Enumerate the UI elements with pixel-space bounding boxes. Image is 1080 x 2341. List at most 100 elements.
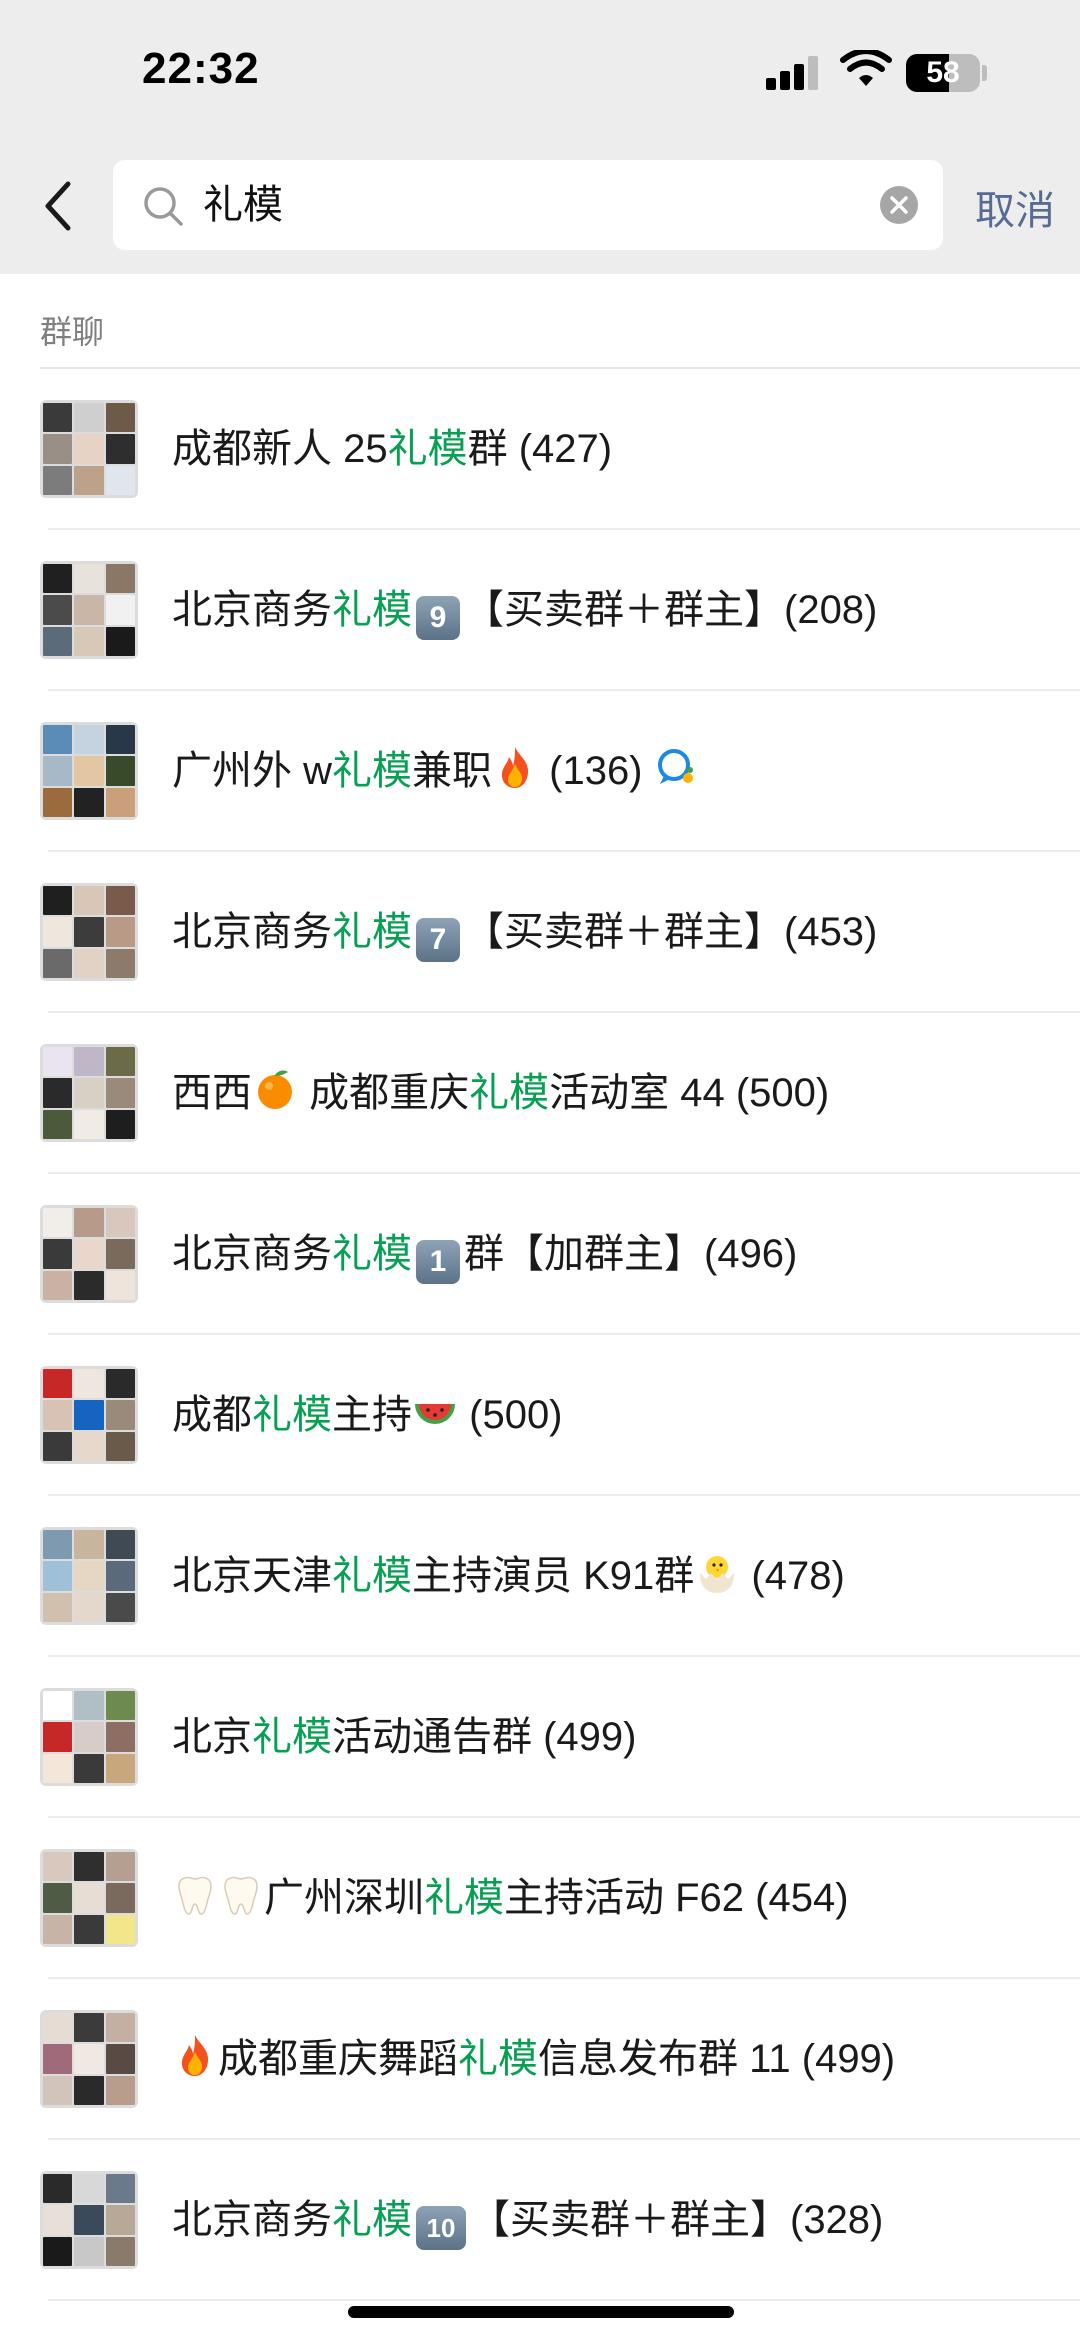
group-name-part: 群【加群主】(496) xyxy=(464,1232,798,1276)
search-highlight: 礼模 xyxy=(387,427,468,471)
group-name: 西西 成都重庆礼模活动室 44 (500) xyxy=(172,1013,829,1174)
group-name-part: 北京 xyxy=(172,1715,252,1759)
search-highlight: 礼模 xyxy=(332,1554,412,1598)
group-name-part: 主持演员 K91群 xyxy=(412,1554,695,1598)
tooth-emoji-icon xyxy=(172,1824,218,1915)
group-name-part: 北京商务 xyxy=(172,588,332,632)
group-result-row[interactable]: 成都礼模主持 (500) xyxy=(0,1335,1080,1496)
group-result-row[interactable]: 广州深圳礼模主持活动 F62 (454) xyxy=(0,1818,1080,1979)
number-keycap-icon: 7 xyxy=(416,918,460,962)
search-highlight: 礼模 xyxy=(469,1071,550,1115)
group-avatar xyxy=(40,1366,138,1464)
group-name-prefix: 西西 xyxy=(172,1071,252,1115)
group-avatar xyxy=(40,722,138,820)
group-name-part: 广州外 w xyxy=(172,749,332,793)
group-result-row[interactable]: 北京商务礼模 1 群【加群主】(496) xyxy=(0,1174,1080,1335)
group-name-part: 活动通告群 (499) xyxy=(332,1715,637,1759)
group-name: 北京商务礼模 1 群【加群主】(496) xyxy=(172,1174,797,1335)
search-highlight: 礼模 xyxy=(332,588,412,632)
cellular-signal-icon xyxy=(766,56,822,90)
group-name: 北京商务礼模 9 【买卖群＋群主】(208) xyxy=(172,530,877,691)
group-result-row[interactable]: 北京礼模活动通告群 (499) xyxy=(0,1657,1080,1818)
group-name: 广州外 w礼模兼职 (136) xyxy=(172,691,700,852)
search-highlight: 礼模 xyxy=(252,1393,332,1437)
hatching-chick-emoji-icon xyxy=(694,1502,740,1593)
group-result-row[interactable]: 北京天津礼模主持演员 K91群 (478) xyxy=(0,1496,1080,1657)
wifi-icon xyxy=(840,50,892,86)
fire-emoji-icon xyxy=(492,697,538,788)
group-name-part: 兼职 xyxy=(412,749,492,793)
group-name-part: 成都 xyxy=(172,1393,252,1437)
results-list: 成都新人 25礼模群 (427) 北京商务礼模 9 【买卖群＋群主】(208) 广州外 … xyxy=(0,369,1080,2301)
tooth-emoji-icon xyxy=(218,1824,264,1915)
search-highlight: 礼模 xyxy=(332,749,412,793)
group-avatar xyxy=(40,400,138,498)
group-result-row[interactable]: 北京商务礼模 10 【买卖群＋群主】(328) xyxy=(0,2140,1080,2301)
group-name-part: 广州深圳 xyxy=(264,1876,424,1920)
back-chevron-icon[interactable] xyxy=(34,176,82,236)
search-icon xyxy=(144,187,183,226)
search-highlight: 礼模 xyxy=(252,1715,332,1759)
group-name-part: 群 (427) xyxy=(467,427,613,471)
search-highlight: 礼模 xyxy=(332,2198,412,2242)
member-count: (500) xyxy=(469,1393,563,1437)
group-name-part: 成都重庆舞蹈 xyxy=(218,2037,458,2081)
chat-bubble-icon xyxy=(654,697,700,784)
search-input[interactable]: 礼模 xyxy=(113,160,943,250)
group-avatar xyxy=(40,1688,138,1786)
group-name-part: 主持 xyxy=(332,1393,412,1437)
section-title: 群聊 xyxy=(40,314,105,350)
member-count: (478) xyxy=(751,1554,845,1598)
status-time: 22:32 xyxy=(142,44,260,93)
group-avatar xyxy=(40,2171,138,2269)
group-result-row[interactable]: 北京商务礼模 9 【买卖群＋群主】(208) xyxy=(0,530,1080,691)
watermelon-emoji-icon xyxy=(412,1341,458,1424)
group-name-part: 成都新人 25 xyxy=(172,427,388,471)
cancel-button[interactable]: 取消 xyxy=(975,178,1055,236)
group-name-part: 活动室 44 (500) xyxy=(549,1071,830,1115)
group-name: 北京天津礼模主持演员 K91群 (478) xyxy=(172,1496,845,1657)
number-keycap-icon: 10 xyxy=(416,2206,466,2250)
group-name-part: 【买卖群＋群主】(208) xyxy=(464,588,878,632)
group-name-part: 【买卖群＋群主】(453) xyxy=(464,910,878,954)
group-avatar xyxy=(40,1044,138,1142)
group-avatar xyxy=(40,1849,138,1947)
fire-emoji-icon xyxy=(172,1985,218,2076)
member-count: (136) xyxy=(549,749,643,793)
group-result-row[interactable]: 北京商务礼模 7 【买卖群＋群主】(453) xyxy=(0,852,1080,1013)
battery-icon: 58 xyxy=(906,54,980,92)
group-result-row[interactable]: 广州外 w礼模兼职 (136) xyxy=(0,691,1080,852)
group-name: 北京礼模活动通告群 (499) xyxy=(172,1657,637,1818)
search-highlight: 礼模 xyxy=(424,1876,504,1920)
top-bar: 22:32 58 礼模 取消 xyxy=(0,0,1080,274)
group-result-row[interactable]: 成都重庆舞蹈礼模信息发布群 11 (499) xyxy=(0,1979,1080,2140)
group-avatar xyxy=(40,561,138,659)
search-highlight: 礼模 xyxy=(458,2037,538,2081)
number-keycap-icon: 1 xyxy=(416,1240,460,1284)
battery-percent: 58 xyxy=(926,56,960,89)
group-name-part: 成都重庆 xyxy=(309,1071,470,1115)
group-name: 成都礼模主持 (500) xyxy=(172,1335,563,1496)
group-name: 成都重庆舞蹈礼模信息发布群 11 (499) xyxy=(172,1979,895,2140)
search-highlight: 礼模 xyxy=(332,910,412,954)
group-name: 广州深圳礼模主持活动 F62 (454) xyxy=(172,1818,849,1979)
tangerine-emoji-icon xyxy=(252,1019,298,1109)
group-result-row[interactable]: 西西 成都重庆礼模活动室 44 (500) xyxy=(0,1013,1080,1174)
group-avatar xyxy=(40,883,138,981)
group-name: 北京商务礼模 10 【买卖群＋群主】(328) xyxy=(172,2140,883,2301)
home-indicator xyxy=(348,2306,734,2318)
group-result-row[interactable]: 成都新人 25礼模群 (427) xyxy=(0,369,1080,530)
group-name-part: 北京商务 xyxy=(172,910,332,954)
group-name-part: 北京商务 xyxy=(172,1232,332,1276)
search-highlight: 礼模 xyxy=(332,1232,412,1276)
search-query[interactable]: 礼模 xyxy=(203,160,283,250)
group-name: 北京商务礼模 7 【买卖群＋群主】(453) xyxy=(172,852,877,1013)
battery-tip xyxy=(982,65,987,81)
group-name-part: 北京商务 xyxy=(172,2198,332,2242)
group-avatar xyxy=(40,1205,138,1303)
number-keycap-icon: 9 xyxy=(416,596,460,640)
group-name-part: 北京天津 xyxy=(172,1554,332,1598)
group-name-part: 【买卖群＋群主】(328) xyxy=(470,2198,884,2242)
group-avatar xyxy=(40,2010,138,2108)
clear-icon[interactable] xyxy=(879,185,919,225)
